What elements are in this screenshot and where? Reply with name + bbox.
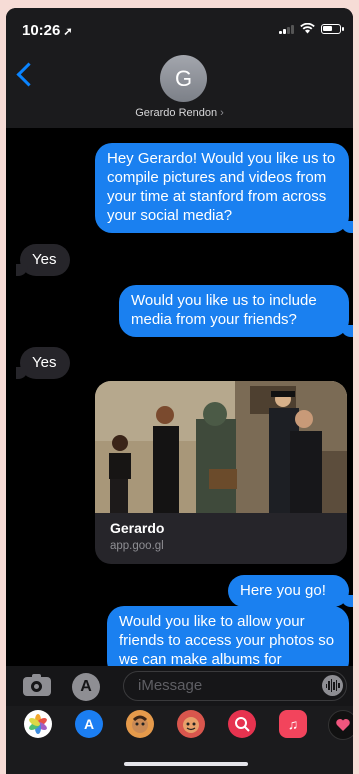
status-time-text: 10:26 bbox=[22, 22, 61, 39]
link-preview-photo bbox=[95, 381, 347, 513]
status-icons bbox=[279, 23, 344, 34]
compose-bar: A iMessage bbox=[6, 666, 353, 706]
back-chevron-icon[interactable] bbox=[16, 62, 41, 87]
received-message-bubble[interactable]: Yes bbox=[16, 244, 70, 276]
sent-message-bubble[interactable]: Would you like us to include media from … bbox=[119, 285, 353, 337]
message-input-placeholder: iMessage bbox=[138, 677, 203, 694]
sent-message-bubble[interactable]: Would you like to allow your friends to … bbox=[107, 606, 349, 666]
link-preview-card[interactable]: Gerardo app.goo.gl bbox=[95, 381, 347, 564]
animoji-icon[interactable] bbox=[177, 710, 205, 738]
app-drawer: A ♫ bbox=[6, 706, 353, 774]
digital-touch-icon[interactable] bbox=[328, 710, 353, 740]
status-time: 10:26 ➚ bbox=[22, 22, 73, 39]
message-thread[interactable]: Hey Gerardo! Would you like us to compil… bbox=[6, 128, 353, 666]
link-title: Gerardo bbox=[110, 520, 165, 536]
chevron-right-icon: › bbox=[220, 107, 224, 119]
contact-avatar[interactable]: G bbox=[160, 55, 207, 102]
cellular-signal-icon bbox=[279, 24, 294, 34]
music-icon[interactable]: ♫ bbox=[279, 710, 307, 738]
audio-message-icon[interactable] bbox=[322, 675, 343, 696]
link-url: app.goo.gl bbox=[110, 540, 164, 552]
contact-name: Gerardo Rendon bbox=[135, 107, 218, 119]
home-indicator[interactable] bbox=[124, 762, 248, 766]
wifi-icon bbox=[300, 23, 315, 34]
messages-app: 10:26 ➚ G Gerardo Rendon › Hey Gerardo! Wo… bbox=[6, 8, 353, 774]
sent-message-bubble[interactable]: Hey Gerardo! Would you like us to compil… bbox=[95, 143, 353, 233]
camera-icon[interactable] bbox=[23, 674, 51, 696]
battery-icon bbox=[321, 23, 344, 34]
message-input[interactable]: iMessage bbox=[123, 671, 347, 701]
contact-name-link[interactable]: Gerardo Rendon › bbox=[6, 107, 353, 119]
received-message-bubble[interactable]: Yes bbox=[16, 347, 70, 379]
photos-icon[interactable] bbox=[24, 710, 52, 738]
memoji-icon[interactable] bbox=[126, 710, 154, 738]
web-search-icon[interactable] bbox=[228, 710, 256, 738]
appstore-icon[interactable]: A bbox=[75, 710, 103, 738]
conversation-header: 10:26 ➚ G Gerardo Rendon › bbox=[6, 8, 353, 128]
sent-message-bubble[interactable]: Here you go! bbox=[228, 575, 353, 607]
location-icon: ➚ bbox=[63, 26, 73, 38]
apps-icon[interactable]: A bbox=[72, 673, 100, 701]
